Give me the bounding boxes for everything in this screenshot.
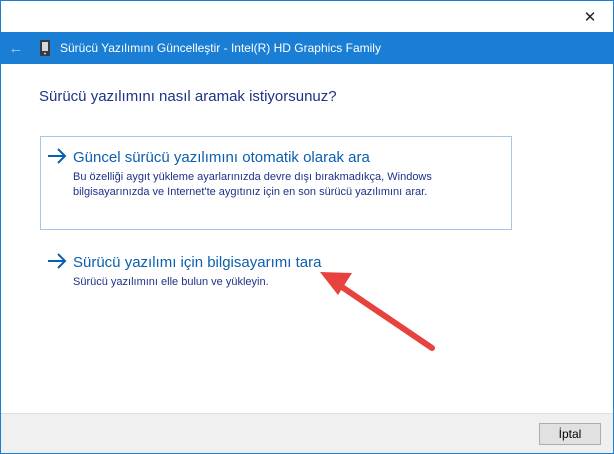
cancel-button[interactable]: İptal	[539, 423, 601, 445]
device-manager-icon	[40, 40, 50, 56]
option-browse-computer[interactable]: Sürücü yazılımı için bilgisayarımı tara …	[40, 241, 512, 301]
option-auto-search[interactable]: Güncel sürücü yazılımını otomatik olarak…	[40, 136, 512, 230]
page-question: Sürücü yazılımını nasıl aramak istiyorsu…	[39, 88, 337, 105]
update-driver-dialog: ✕ ← Sürücü Yazılımını Güncelleştir - Int…	[0, 0, 614, 454]
header-band: ← Sürücü Yazılımını Güncelleştir - Intel…	[1, 32, 613, 64]
option-browse-computer-title: Sürücü yazılımı için bilgisayarımı tara	[73, 254, 322, 271]
right-arrow-icon	[48, 253, 67, 269]
right-arrow-icon	[48, 148, 67, 164]
option-auto-search-description: Bu özelliği aygıt yükleme ayarlarınızda …	[73, 171, 432, 198]
dialog-content: Sürücü yazılımını nasıl aramak istiyorsu…	[1, 64, 613, 413]
dialog-footer: İptal	[1, 413, 613, 453]
title-bar: ✕	[1, 1, 613, 32]
close-button[interactable]: ✕	[567, 1, 613, 32]
option-browse-computer-description: Sürücü yazılımını elle bulun ve yükleyin…	[73, 276, 269, 288]
back-button[interactable]: ←	[1, 32, 31, 64]
option-auto-search-title: Güncel sürücü yazılımını otomatik olarak…	[73, 149, 370, 166]
dialog-title: Sürücü Yazılımını Güncelleştir - Intel(R…	[60, 41, 381, 55]
